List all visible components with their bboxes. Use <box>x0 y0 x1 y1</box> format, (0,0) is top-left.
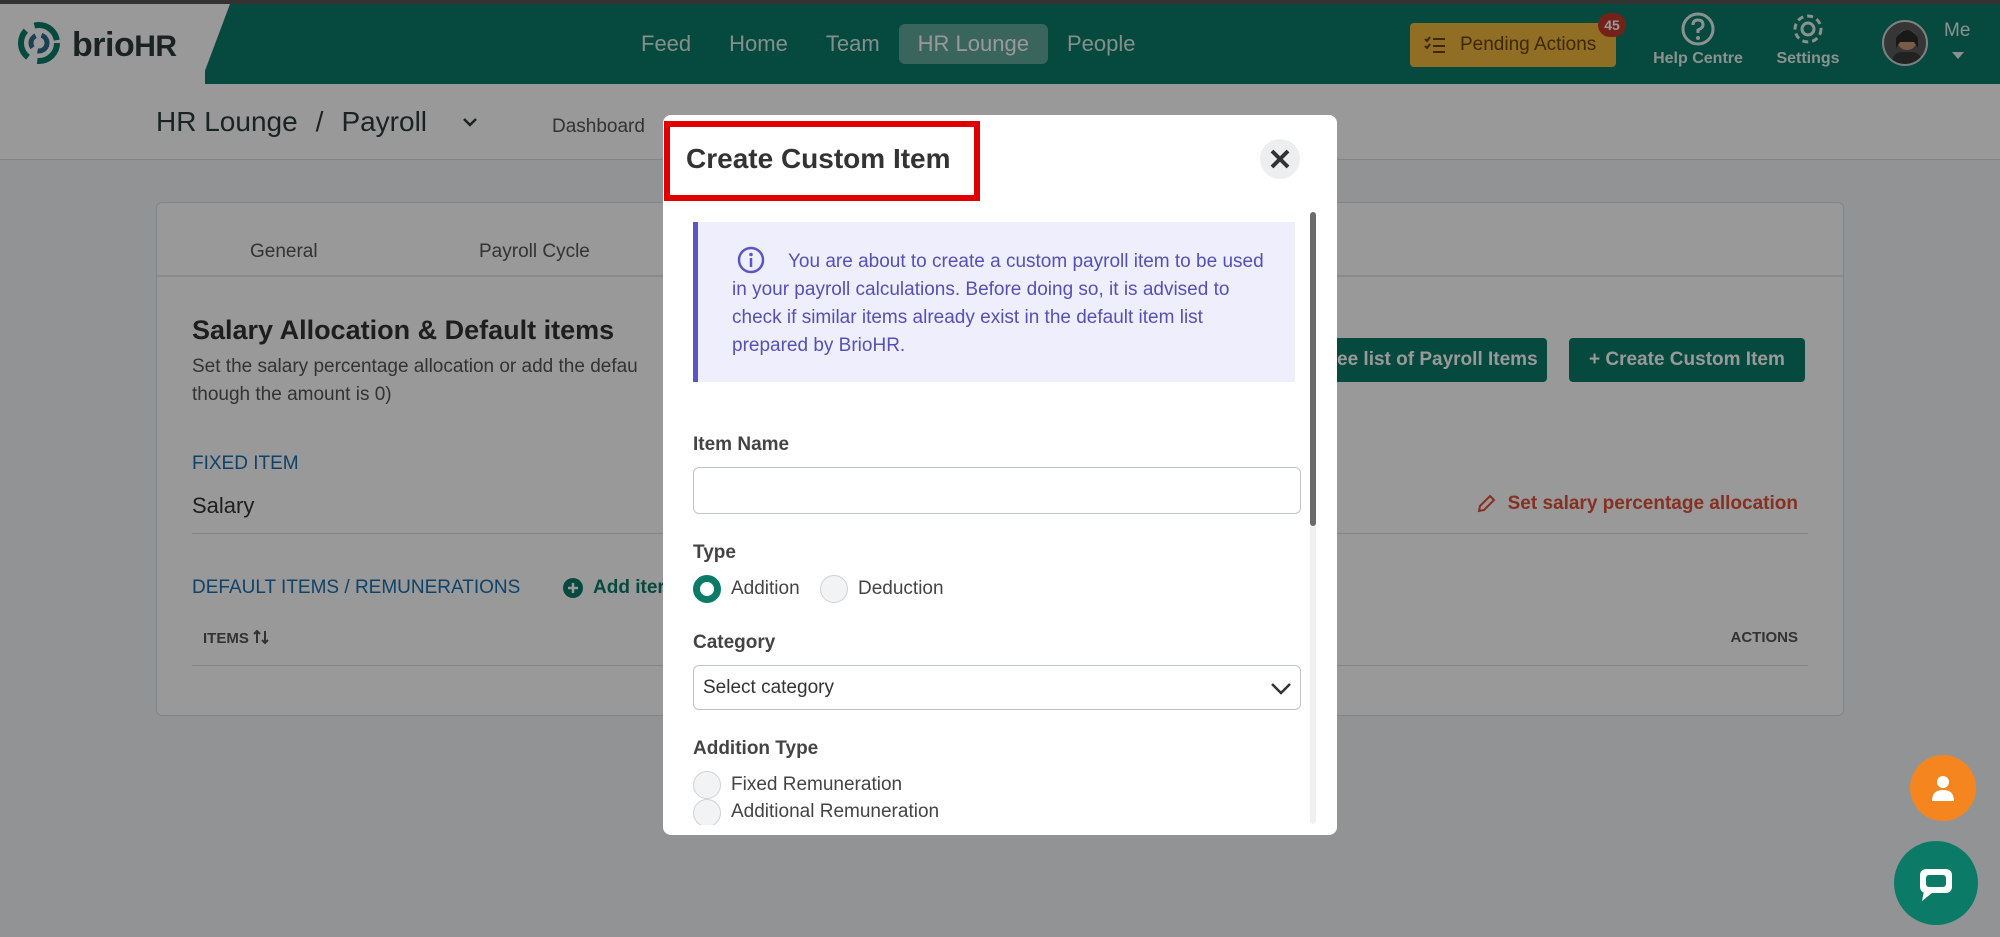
modal-title: Create Custom Item <box>686 143 951 174</box>
item-name-label: Item Name <box>693 434 790 455</box>
user-support-button[interactable] <box>1910 755 1976 821</box>
fixed-remuneration-option[interactable]: Fixed Remuneration <box>693 771 902 799</box>
addition-type-label: Addition Type <box>693 738 819 759</box>
category-label: Category <box>693 632 776 653</box>
addition-radio[interactable] <box>693 575 721 603</box>
close-button[interactable] <box>1260 139 1300 179</box>
modal-scrollbar-thumb[interactable] <box>1310 212 1316 526</box>
fixed-remuneration-label: Fixed Remuneration <box>731 774 903 795</box>
fixed-remuneration-radio[interactable] <box>693 771 721 799</box>
info-notice: You are about to create a custom payroll… <box>693 222 1295 382</box>
close-icon <box>1270 149 1290 169</box>
deduction-label: Deduction <box>858 578 944 599</box>
chevron-down-icon <box>1271 683 1291 695</box>
category-selected-value: Select category <box>703 677 834 698</box>
additional-remuneration-option[interactable]: Additional Remuneration <box>693 799 939 825</box>
type-deduction-option[interactable]: Deduction <box>820 575 944 603</box>
additional-remuneration-label: Additional Remuneration <box>731 801 940 822</box>
deduction-radio[interactable] <box>820 575 848 603</box>
info-icon <box>737 246 765 274</box>
type-addition-option[interactable]: Addition <box>693 575 800 603</box>
type-label: Type <box>693 542 736 563</box>
chat-button[interactable] <box>1894 841 1978 925</box>
chat-icon <box>1920 869 1952 901</box>
additional-remuneration-radio[interactable] <box>693 799 721 825</box>
user-icon <box>1932 776 1954 801</box>
item-name-input[interactable] <box>693 467 1301 514</box>
category-select[interactable]: Select category <box>693 665 1301 710</box>
addition-label: Addition <box>731 578 800 599</box>
info-text: You are about to create a custom payroll… <box>732 251 1264 356</box>
